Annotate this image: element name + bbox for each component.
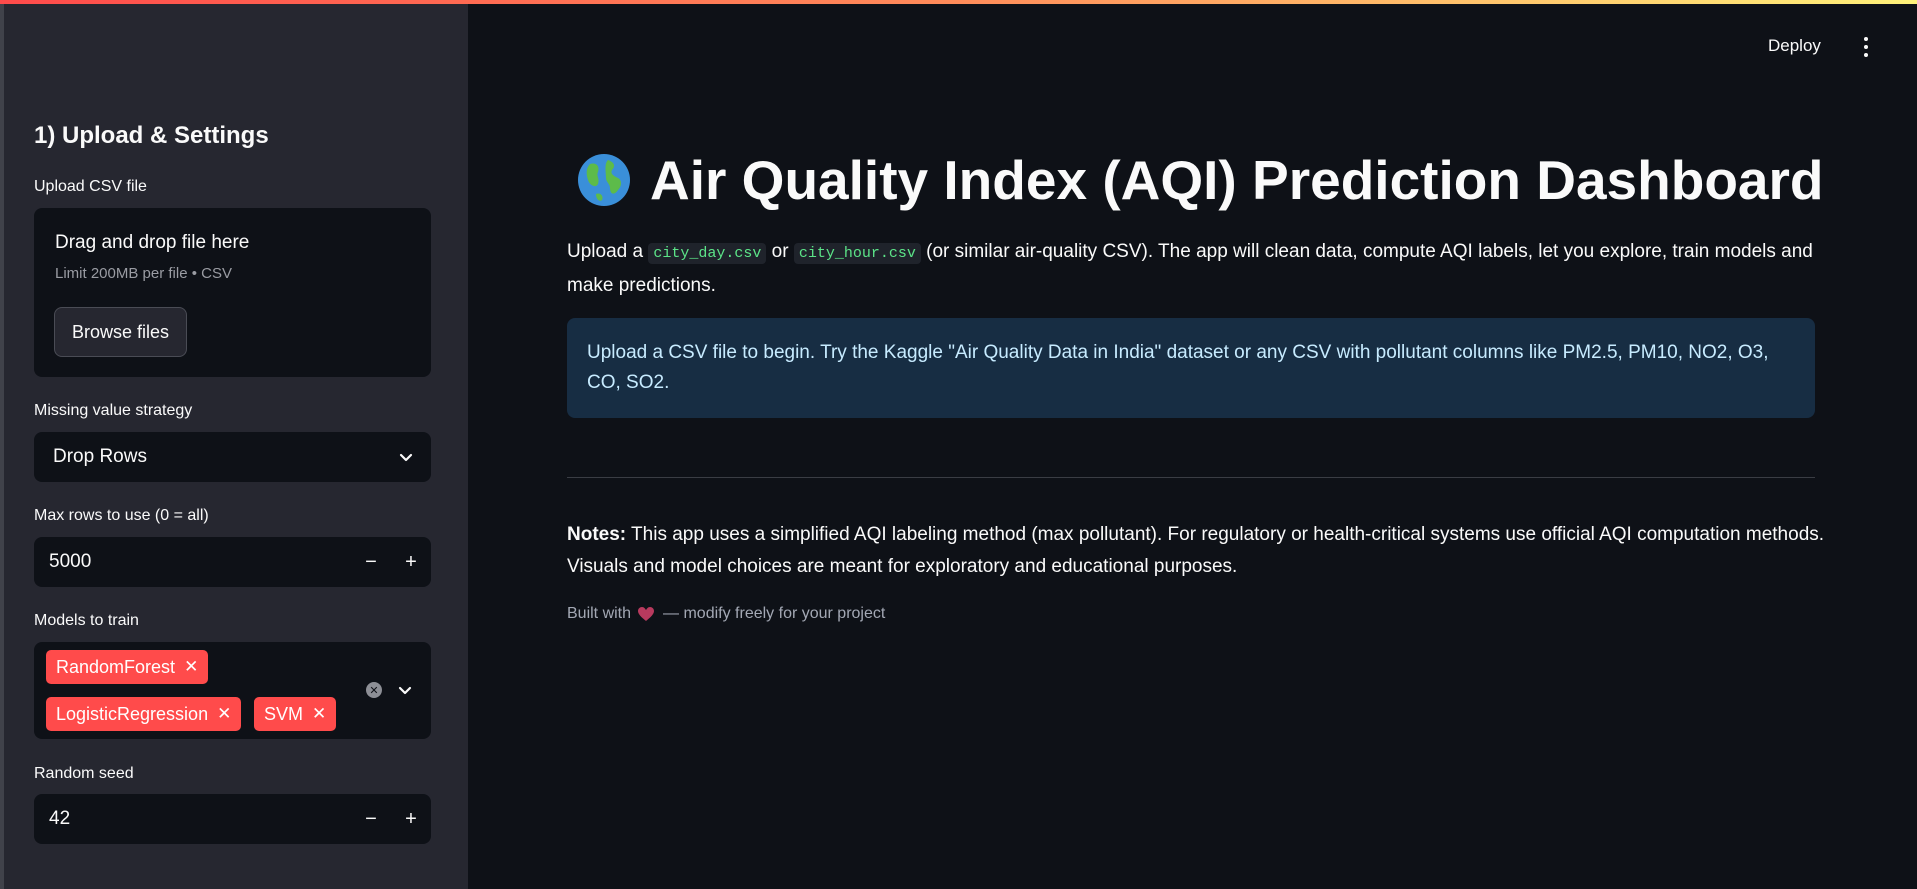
clear-all-icon[interactable]: ✕ (366, 682, 382, 698)
notes-paragraph: Notes: This app uses a simplified AQI la… (567, 519, 1827, 583)
sidebar-heading: 1) Upload & Settings (34, 122, 269, 149)
missing-strategy-select[interactable]: Drop Rows (34, 432, 431, 482)
remove-tag-icon[interactable]: ✕ (312, 704, 326, 724)
heart-icon (638, 607, 655, 621)
random-seed-value[interactable]: 42 (49, 808, 351, 830)
file-dropzone[interactable]: Drag and drop file here Limit 200MB per … (34, 208, 431, 377)
max-rows-increment-button[interactable]: + (391, 537, 431, 587)
info-alert: Upload a CSV file to begin. Try the Kagg… (567, 318, 1815, 418)
chevron-down-icon (399, 453, 413, 462)
sidebar: 1) Upload & Settings Upload CSV file Dra… (0, 0, 468, 889)
deploy-button[interactable]: Deploy (1768, 36, 1821, 56)
models-multiselect[interactable]: RandomForest ✕ LogisticRegression ✕ SVM … (34, 642, 431, 739)
remove-tag-icon[interactable]: ✕ (184, 657, 198, 677)
divider (567, 477, 1815, 478)
globe-icon (578, 154, 630, 206)
max-rows-decrement-button[interactable]: − (351, 537, 391, 587)
max-rows-value[interactable]: 5000 (49, 551, 351, 573)
missing-strategy-label: Missing value strategy (34, 402, 193, 419)
footer-text-before: Built with (567, 605, 632, 622)
footer-credit: Built with — modify freely for your proj… (567, 605, 885, 623)
page-title-text: Air Quality Index (AQI) Prediction Dashb… (650, 149, 1824, 211)
intro-paragraph: Upload a city_day.csv or city_hour.csv (… (567, 236, 1820, 302)
random-seed-decrement-button[interactable]: − (351, 794, 391, 844)
browse-files-button[interactable]: Browse files (54, 307, 187, 357)
intro-text: or (766, 241, 794, 262)
window-left-edge (0, 0, 4, 889)
missing-strategy-value: Drop Rows (53, 446, 147, 467)
notes-text: This app uses a simplified AQI labeling … (567, 524, 1825, 577)
random-seed-label: Random seed (34, 765, 134, 782)
inline-code-city-hour: city_hour.csv (793, 243, 921, 264)
top-decoration-stripe (0, 0, 1917, 4)
max-rows-label: Max rows to use (0 = all) (34, 507, 209, 524)
model-tag-label: LogisticRegression (56, 703, 209, 724)
page-title: Air Quality Index (AQI) Prediction Dashb… (576, 148, 1824, 212)
intro-text: Upload a (567, 241, 649, 262)
model-tag-svm: SVM ✕ (254, 697, 337, 731)
max-rows-input[interactable]: 5000 − + (34, 537, 431, 587)
chevron-down-icon[interactable] (396, 681, 414, 699)
dropzone-limit: Limit 200MB per file • CSV (55, 265, 232, 282)
random-seed-input[interactable]: 42 − + (34, 794, 431, 844)
model-tag-logisticregression: LogisticRegression ✕ (46, 697, 242, 731)
models-label: Models to train (34, 612, 139, 629)
upload-label: Upload CSV file (34, 178, 147, 195)
model-tag-randomforest: RandomForest ✕ (46, 650, 209, 684)
inline-code-city-day: city_day.csv (648, 243, 767, 264)
kebab-menu-icon[interactable] (1862, 37, 1870, 59)
remove-tag-icon[interactable]: ✕ (217, 704, 231, 724)
random-seed-increment-button[interactable]: + (391, 794, 431, 844)
dropzone-title: Drag and drop file here (55, 232, 250, 253)
model-tag-label: RandomForest (56, 656, 176, 677)
notes-label: Notes: (567, 524, 627, 545)
footer-text-after: — modify freely for your project (663, 605, 886, 622)
model-tag-label: SVM (264, 703, 304, 724)
